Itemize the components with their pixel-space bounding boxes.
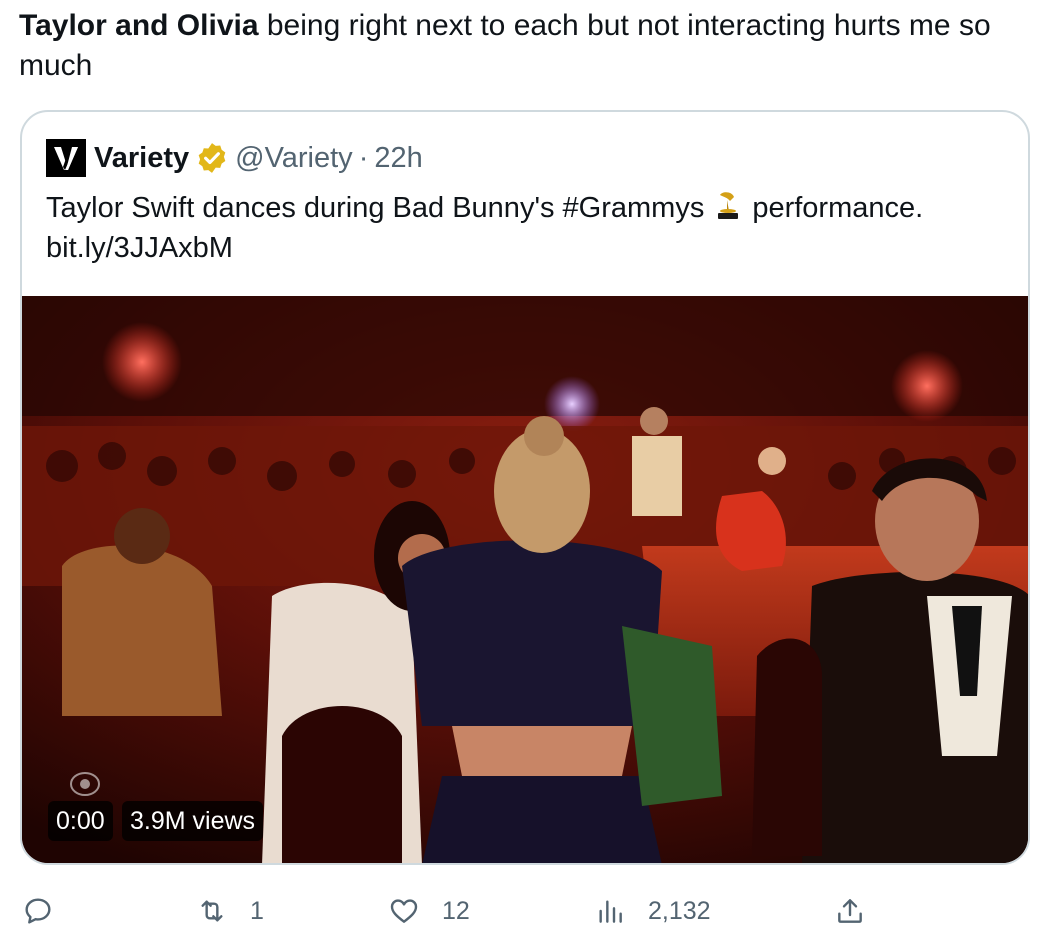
views-count: 2,132 <box>648 896 711 925</box>
trophy-gramophone-icon <box>718 192 739 219</box>
reply-icon <box>25 898 51 924</box>
share-icon <box>838 899 862 923</box>
like-count: 12 <box>442 896 470 925</box>
video-frame <box>22 296 1028 863</box>
quoted-handle[interactable]: @Variety <box>235 142 353 175</box>
quoted-text-main: Taylor Swift dances during Bad Bunny's #… <box>46 192 705 224</box>
video-views-badge: 3.9M views <box>122 801 264 841</box>
tweet-actions-bar: 1 12 2,132 <box>0 888 1050 934</box>
retweet-button[interactable]: 1 <box>196 888 264 934</box>
separator-dot: · <box>358 141 369 174</box>
share-button[interactable] <box>834 888 866 934</box>
quoted-timestamp[interactable]: 22h <box>374 142 422 175</box>
cbs-watermark-icon <box>70 772 100 796</box>
like-button[interactable]: 12 <box>388 888 470 934</box>
views-button[interactable]: 2,132 <box>594 888 711 934</box>
tweet-text-bold: Taylor and Olivia <box>19 9 259 42</box>
analytics-icon <box>599 900 622 923</box>
quoted-text-after: performance. <box>752 192 924 224</box>
heart-icon <box>390 899 418 923</box>
quoted-display-name[interactable]: Variety <box>94 142 189 175</box>
reply-button[interactable] <box>22 888 54 934</box>
quoted-link[interactable]: bit.ly/3JJAxbM <box>46 232 233 264</box>
tweet-text: Taylor and Olivia being right next to ea… <box>19 6 1029 86</box>
quoted-tweet-card[interactable]: Variety @Variety · 22h Taylor Swift danc… <box>20 110 1030 865</box>
retweet-icon <box>201 900 223 922</box>
quoted-tweet-text: Taylor Swift dances during Bad Bunny's #… <box>46 188 1006 268</box>
verified-badge-icon <box>198 143 226 173</box>
video-player[interactable]: 0:00 3.9M views <box>22 296 1028 863</box>
retweet-count: 1 <box>250 896 264 925</box>
quoted-tweet-header: Variety @Variety · 22h <box>46 139 423 177</box>
video-time-badge: 0:00 <box>48 801 113 841</box>
variety-logo-avatar[interactable] <box>46 139 86 177</box>
variety-v-logo-icon <box>54 147 78 170</box>
